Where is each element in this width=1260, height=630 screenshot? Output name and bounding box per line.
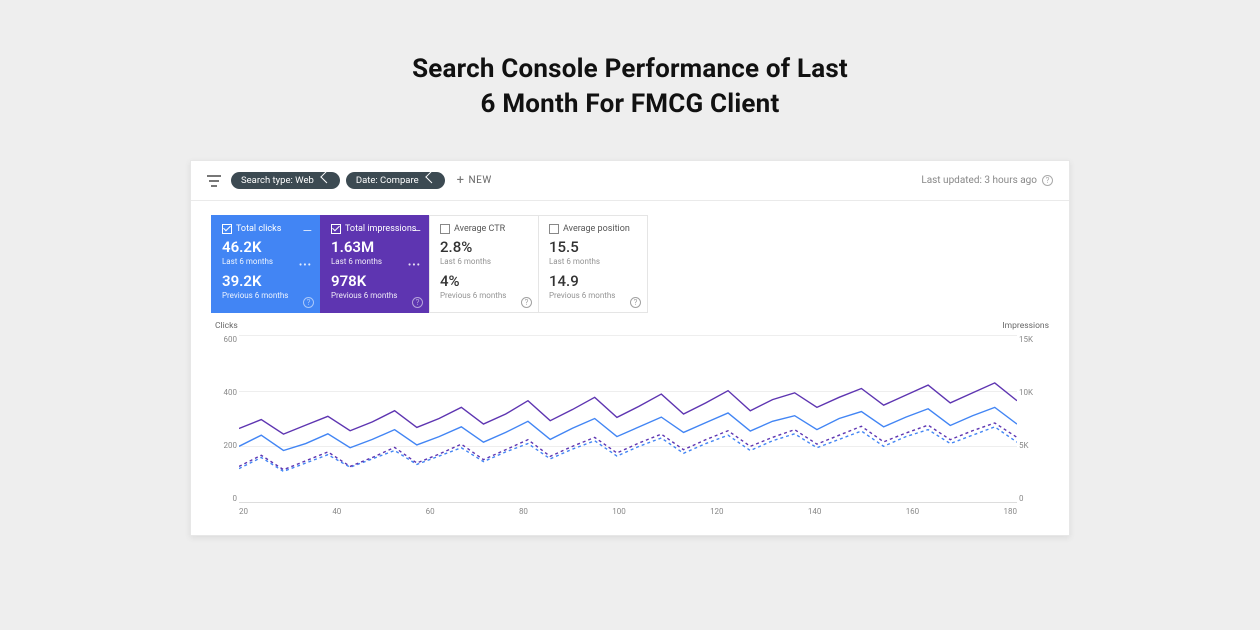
chip-date-compare[interactable]: Date: Compare xyxy=(346,172,445,189)
tile-total-clicks[interactable]: Total clicks 46.2K Last 6 months 39.2K P… xyxy=(211,215,321,313)
new-label: NEW xyxy=(469,175,492,186)
title-line-2: 6 Month For FMCG Client xyxy=(0,87,1260,122)
chip-search-type[interactable]: Search type: Web xyxy=(231,172,340,189)
y-axis-right-title: Impressions xyxy=(1002,321,1049,331)
last-updated: Last updated: 3 hours ago ? xyxy=(921,175,1053,186)
tile-sublabel-prev: Previous 6 months xyxy=(222,291,310,300)
tile-sublabel-prev: Previous 6 months xyxy=(440,291,528,300)
plot-area xyxy=(239,335,1017,503)
tile-total-impressions[interactable]: Total impressions 1.63M Last 6 months 97… xyxy=(320,215,430,313)
last-updated-label: Last updated: 3 hours ago xyxy=(921,175,1037,186)
checkbox-checked-icon xyxy=(331,224,341,234)
x-axis: 20 40 60 80 100 120 140 160 180 xyxy=(239,507,1017,521)
tile-value-prev: 39.2K xyxy=(222,272,310,290)
help-icon[interactable]: ? xyxy=(630,297,641,308)
checkbox-checked-icon xyxy=(222,224,232,234)
x-tick: 60 xyxy=(426,507,435,521)
chip-date-label: Date: Compare xyxy=(356,175,419,186)
tile-sublabel: Last 6 months xyxy=(440,257,528,266)
y-tick: 0 xyxy=(211,494,237,503)
x-tick: 160 xyxy=(906,507,920,521)
tile-title-text: Total impressions xyxy=(345,224,416,234)
y-tick: 600 xyxy=(211,335,237,344)
tile-sublabel-prev: Previous 6 months xyxy=(549,291,637,300)
more-icon: ••• xyxy=(408,260,421,271)
tile-sublabel: Last 6 months xyxy=(222,257,310,266)
x-tick: 120 xyxy=(710,507,724,521)
help-icon[interactable]: ? xyxy=(412,297,423,308)
chip-search-type-label: Search type: Web xyxy=(241,175,314,186)
page-title: Search Console Performance of Last 6 Mon… xyxy=(0,0,1260,122)
tile-value-prev: 4% xyxy=(440,272,528,290)
x-tick: 40 xyxy=(332,507,341,521)
plus-icon: + xyxy=(457,176,465,186)
tile-title-text: Average position xyxy=(563,224,630,234)
add-filter-button[interactable]: + NEW xyxy=(457,175,492,186)
tile-value: 46.2K xyxy=(222,238,310,256)
tile-title-text: Total clicks xyxy=(236,224,281,234)
pencil-icon xyxy=(320,176,330,186)
tile-sublabel: Last 6 months xyxy=(549,257,637,266)
y-axis-left: 600 400 200 0 xyxy=(211,335,237,503)
y-tick: 5K xyxy=(1019,441,1049,450)
chart-lines xyxy=(239,335,1017,502)
search-console-panel: Search type: Web Date: Compare + NEW Las… xyxy=(190,160,1070,536)
metric-tiles: Total clicks 46.2K Last 6 months 39.2K P… xyxy=(191,201,1069,321)
help-icon[interactable]: ? xyxy=(1042,175,1053,186)
tile-average-ctr[interactable]: Average CTR 2.8% Last 6 months 4% Previo… xyxy=(429,215,539,313)
collapse-icon: — xyxy=(303,224,312,238)
filter-icon[interactable] xyxy=(207,175,221,187)
checkbox-unchecked-icon xyxy=(440,224,450,234)
tile-value: 1.63M xyxy=(331,238,419,256)
tile-sublabel-prev: Previous 6 months xyxy=(331,291,419,300)
help-icon[interactable]: ? xyxy=(521,297,532,308)
y-tick: 400 xyxy=(211,388,237,397)
tile-value: 2.8% xyxy=(440,238,528,256)
y-axis-right: 15K 10K 5K 0 xyxy=(1019,335,1049,503)
title-line-1: Search Console Performance of Last xyxy=(0,52,1260,87)
tile-value: 15.5 xyxy=(549,238,637,256)
y-tick: 0 xyxy=(1019,494,1049,503)
tile-value-prev: 978K xyxy=(331,272,419,290)
x-tick: 80 xyxy=(519,507,528,521)
tile-average-position[interactable]: Average position 15.5 Last 6 months 14.9… xyxy=(538,215,648,313)
tile-title-text: Average CTR xyxy=(454,224,505,234)
filter-bar: Search type: Web Date: Compare + NEW Las… xyxy=(191,161,1069,201)
checkbox-unchecked-icon xyxy=(549,224,559,234)
x-tick: 100 xyxy=(612,507,626,521)
x-tick: 180 xyxy=(1004,507,1018,521)
y-tick: 15K xyxy=(1019,335,1049,344)
collapse-icon: — xyxy=(412,224,421,238)
help-icon[interactable]: ? xyxy=(303,297,314,308)
tile-sublabel: Last 6 months xyxy=(331,257,419,266)
more-icon: ••• xyxy=(299,260,312,271)
y-tick: 10K xyxy=(1019,388,1049,397)
x-tick: 140 xyxy=(808,507,822,521)
x-tick: 20 xyxy=(239,507,248,521)
performance-chart: Clicks Impressions 600 400 200 0 15K 10K… xyxy=(211,325,1049,525)
y-axis-left-title: Clicks xyxy=(215,321,238,331)
tile-value-prev: 14.9 xyxy=(549,272,637,290)
y-tick: 200 xyxy=(211,441,237,450)
pencil-icon xyxy=(425,176,435,186)
